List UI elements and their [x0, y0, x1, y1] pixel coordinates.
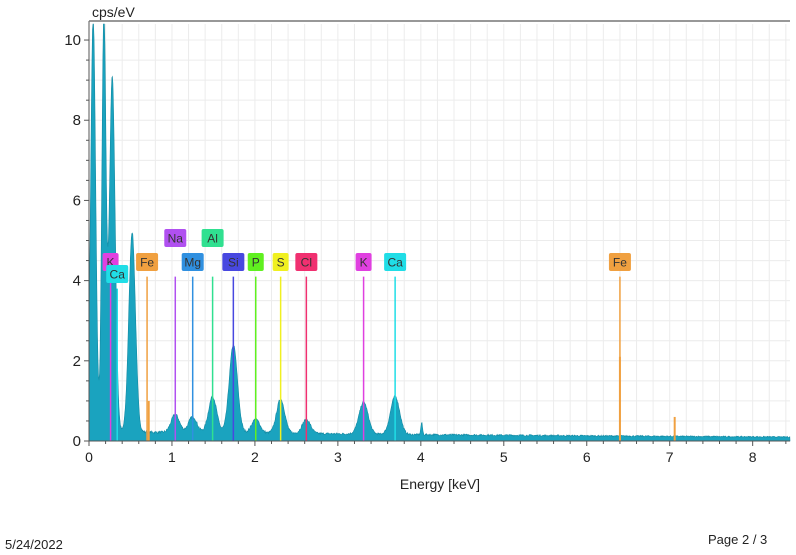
grid	[88, 24, 790, 442]
page-indicator: Page 2 / 3	[708, 532, 768, 547]
spectrum-area	[88, 23, 791, 442]
spectrum-layer	[88, 23, 791, 442]
element-label: Fe	[140, 256, 154, 270]
y-axis-label: cps/eV	[92, 4, 135, 20]
y-tick-label: 8	[73, 112, 81, 129]
element-label: P	[252, 256, 260, 270]
x-tick-label: 8	[749, 449, 757, 465]
y-tick-label: 6	[73, 192, 81, 209]
element-label: Mg	[184, 256, 201, 270]
spectrum-chart: KCaFeNaMgAlSi P S Cl K Ca Fe 0 1 2 3 4 5 6 7 80246810 …	[64, 4, 791, 492]
x-tick-label: 0	[85, 449, 93, 465]
y-tick-label: 2	[73, 353, 81, 370]
element-label: Na	[168, 232, 184, 246]
x-tick-label: 5	[500, 449, 508, 465]
element-label: Si	[228, 256, 239, 270]
element-label: S	[277, 256, 285, 270]
element-label: Ca	[110, 268, 126, 282]
element-label: Ca	[387, 256, 403, 270]
x-tick-label: 3	[334, 449, 342, 465]
y-tick-label: 4	[73, 273, 81, 290]
y-tick-label: 10	[64, 32, 81, 49]
x-tick-label: 4	[417, 449, 425, 465]
element-label: K	[360, 256, 368, 270]
report-date: 5/24/2022	[5, 537, 63, 552]
x-tick-label: 2	[251, 449, 259, 465]
x-tick-label: 7	[666, 449, 674, 465]
x-tick-label: 6	[583, 449, 591, 465]
element-label: Cl	[301, 256, 312, 270]
y-tick-label: 0	[73, 433, 81, 450]
x-axis-label: Energy [keV]	[400, 476, 480, 492]
element-label: Fe	[613, 256, 627, 270]
element-label: Al	[207, 232, 218, 246]
x-tick-label: 1	[168, 449, 176, 465]
